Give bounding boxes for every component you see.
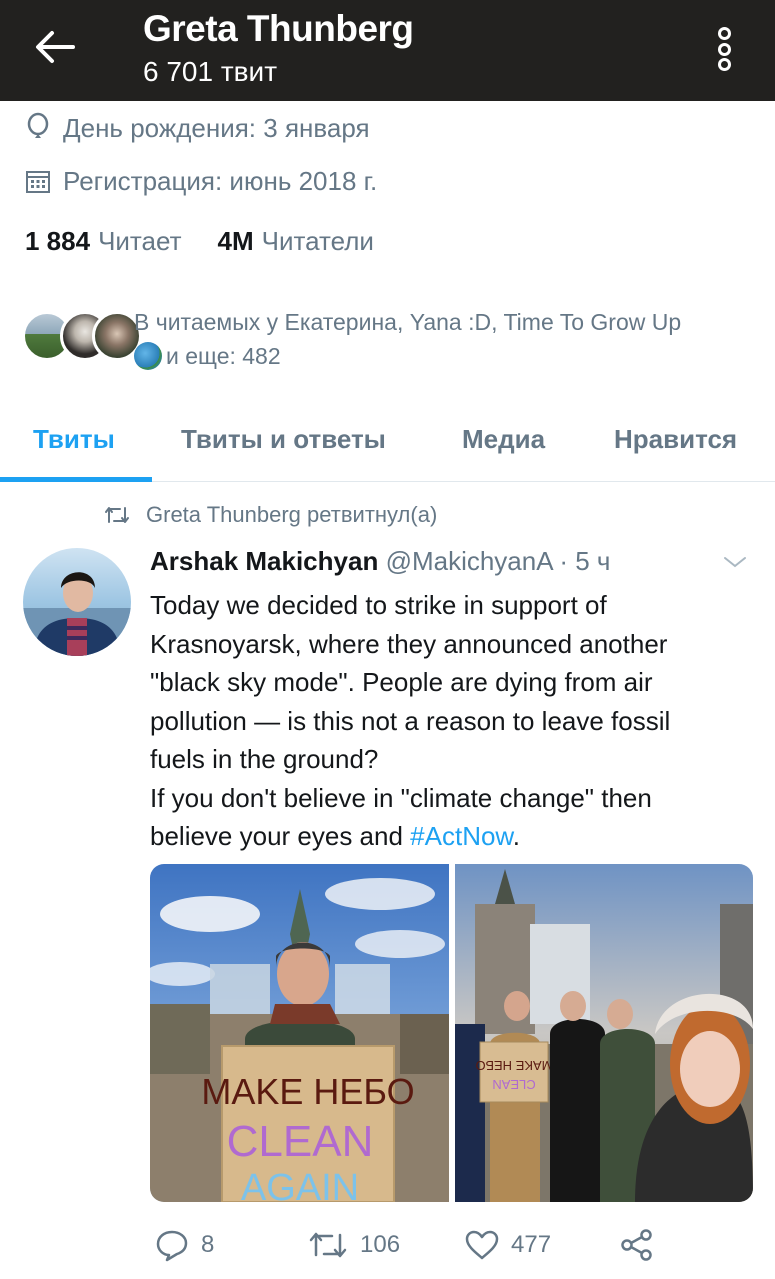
tweet-text: Today we decided to strike in support of… xyxy=(150,586,760,856)
tweet-count: 6 701 твит xyxy=(143,56,278,87)
tweet-line: "black sky mode". People are dying from … xyxy=(150,667,653,697)
profile-name: Greta Thunberg xyxy=(143,8,414,49)
retweet-context: Greta Thunberg ретвитнул(а) xyxy=(104,502,437,528)
sign-line-3: AGAIN xyxy=(241,1167,359,1202)
small-sign-line-1: MAKE НЕБО xyxy=(475,1058,552,1073)
sign-line-2: CLEAN xyxy=(227,1117,374,1166)
active-tab-indicator xyxy=(0,477,152,482)
group-photo: MAKE НЕБО CLEAN xyxy=(455,864,753,1202)
tab-likes[interactable]: Нравится xyxy=(614,424,737,455)
sign-line-1: MAKE НЕБО xyxy=(201,1071,414,1112)
reply-count: 8 xyxy=(201,1231,215,1258)
profile-tabs: Твиты Твиты и ответы Медиа Нравится xyxy=(0,400,775,482)
app-header: Greta Thunberg 6 701 твит xyxy=(0,0,775,101)
following-label[interactable]: Читает xyxy=(98,226,181,257)
hashtag-link[interactable]: #ActNow xyxy=(410,821,513,851)
retweet-text: Greta Thunberg ретвитнул(а) xyxy=(146,502,438,527)
tab-tweets-and-replies[interactable]: Твиты и ответы xyxy=(181,424,386,455)
follow-counts: 1 884 Читает 4M Читатели xyxy=(25,226,374,257)
retweet-icon xyxy=(309,1232,347,1258)
tweet-line: pollution — is this not a reason to leav… xyxy=(150,705,671,736)
followed-by-avatars xyxy=(22,311,142,363)
balloon-icon xyxy=(27,112,49,138)
calendar-icon xyxy=(26,170,50,193)
tweet-line: Krasnoyarsk, where they announced anothe… xyxy=(150,628,668,659)
tweet-line: fuels in the ground? xyxy=(150,744,379,774)
more-options-button[interactable] xyxy=(706,24,742,74)
birthday-row: День рождения: 3 января xyxy=(25,112,370,144)
tweet-photo-1[interactable]: MAKE НЕБО CLEAN AGAIN xyxy=(150,864,449,1202)
author-handle[interactable]: @MakichyanA · 5 ч xyxy=(386,546,611,576)
followed-by-names: В читаемых у Екатерина, Yana :D, Time To… xyxy=(134,309,682,335)
share-button[interactable] xyxy=(620,1222,654,1268)
reply-button[interactable]: 8 xyxy=(155,1222,214,1268)
back-button[interactable] xyxy=(30,22,80,72)
heart-icon xyxy=(465,1230,499,1260)
globe-icon xyxy=(134,341,162,370)
share-icon xyxy=(621,1229,652,1261)
joined-text: Регистрация: июнь 2018 г. xyxy=(63,166,378,196)
chevron-down-icon xyxy=(724,557,746,568)
followers-label[interactable]: Читатели xyxy=(262,226,374,257)
retweet-count: 106 xyxy=(360,1231,401,1258)
joined-row: Регистрация: июнь 2018 г. xyxy=(25,166,377,197)
retweet-icon xyxy=(105,507,129,523)
person-photo xyxy=(23,572,131,656)
more-vertical-icon xyxy=(717,27,731,40)
tab-tweets[interactable]: Твиты xyxy=(33,424,115,455)
tweet-line: Today we decided to strike in support of xyxy=(150,590,607,620)
retweet-button[interactable]: 106 xyxy=(308,1222,400,1268)
like-button[interactable]: 477 xyxy=(465,1222,551,1268)
author-name[interactable]: Arshak Makichyan xyxy=(150,546,378,576)
like-count: 477 xyxy=(511,1231,552,1258)
protest-photo: MAKE НЕБО CLEAN AGAIN xyxy=(150,864,449,1202)
tweet-menu-button[interactable] xyxy=(722,554,748,575)
author-avatar[interactable] xyxy=(23,548,131,656)
tweet-photo-2[interactable]: MAKE НЕБО CLEAN xyxy=(455,864,753,1202)
birthday-text: День рождения: 3 января xyxy=(63,112,370,143)
followed-by-more: и еще: 482 xyxy=(166,343,281,369)
followed-by[interactable]: В читаемых у Екатерина, Yana :D, Time To… xyxy=(22,305,762,375)
following-count[interactable]: 1 884 xyxy=(25,226,90,257)
tweet-line: If you don't believe in "climate change"… xyxy=(150,782,652,813)
tweet-header: Arshak Makichyan @MakichyanA · 5 ч xyxy=(150,546,610,577)
tweet-actions: 8 106 477 xyxy=(155,1222,755,1268)
followers-count[interactable]: 4M xyxy=(218,226,254,257)
tweet-line: believe your eyes and #ActNow. xyxy=(150,821,521,851)
small-sign-line-2: CLEAN xyxy=(492,1077,535,1092)
tab-media[interactable]: Медиа xyxy=(462,424,545,455)
arrow-left-icon xyxy=(36,31,75,63)
reply-icon xyxy=(156,1230,188,1262)
